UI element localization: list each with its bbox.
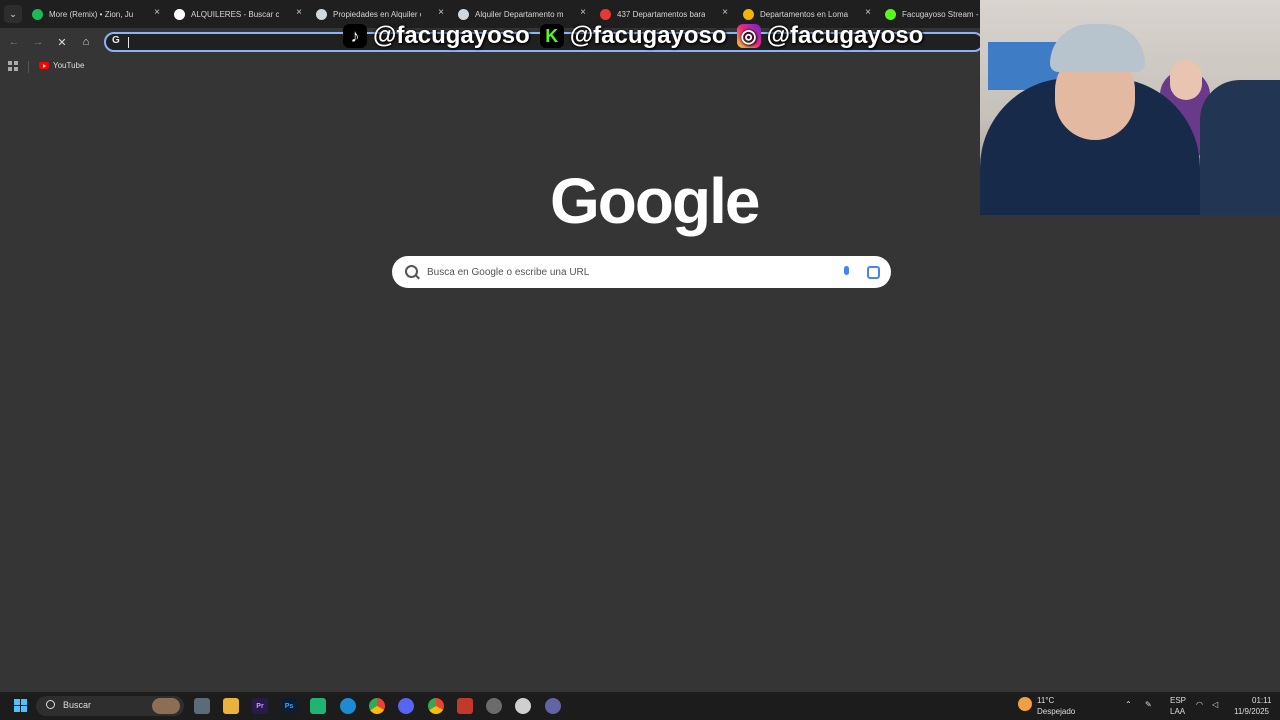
photoshop-icon[interactable]: Ps [281,698,297,714]
spotify-icon [32,8,43,20]
tiktok-icon: ♪ [343,24,367,48]
store-icon[interactable] [310,698,326,714]
language-top[interactable]: ESP [1170,696,1186,705]
folder-icon[interactable] [223,698,239,714]
tab-title: Departamentos en Lomas [760,9,848,19]
tab-title: ALQUILERES - Buscar con [191,9,279,19]
premiere-icon[interactable]: Pr [252,698,268,714]
instagram-handle: @facugayoso [766,22,924,49]
settings-icon[interactable] [486,698,502,714]
site-icon [743,8,754,20]
clock-date: 11/9/2025 [1234,707,1269,716]
tiktok-handle: @facugayoso [373,22,530,49]
taskbar-search-label: Buscar [63,700,92,710]
youtube-icon [39,62,49,69]
google-icon: G [112,35,120,46]
weather-desc: Despejado [1037,707,1076,716]
close-icon[interactable]: × [722,7,728,18]
chrome-icon[interactable] [369,698,385,714]
bookmark-label: YouTube [53,61,85,70]
text-cursor [128,37,129,48]
clock-time[interactable]: 01:11 [1252,696,1271,705]
notes-icon[interactable] [515,698,531,714]
chevron-up-icon[interactable]: ⌃ [1125,700,1132,709]
tab[interactable]: ALQUILERES - Buscar con × [174,4,302,24]
google-lens-icon[interactable] [867,266,880,279]
listing-icon [458,8,469,20]
teams-icon[interactable] [545,698,561,714]
listing-icon [316,8,327,20]
taskbar-search[interactable]: Buscar [36,696,184,716]
taskbar [0,692,1280,720]
bookmark-divider [28,61,29,73]
forward-icon[interactable]: → [30,34,46,50]
volume-icon[interactable]: ◁ [1212,700,1218,709]
wifi-icon[interactable]: ◠ [1196,700,1203,709]
stop-icon[interactable]: ✕ [54,34,70,50]
search-highlight-image [152,698,180,714]
file-explorer-icon[interactable] [194,698,210,714]
webcam-overlay [980,0,1280,215]
microphone-icon[interactable] [844,266,849,275]
tab-title: Alquiler Departamento m [475,9,563,19]
weather-temp[interactable]: 11°C [1037,696,1054,705]
app-icon[interactable] [457,698,473,714]
tab-title: 437 Departamentos barat [617,9,705,19]
stream-overlay-handles: ♪ @facugayoso K @facugayoso ◎ @facugayos… [343,20,923,52]
google-logo: Google [550,165,760,237]
kick-icon [885,8,896,20]
search-placeholder: Busca en Google o escribe una URL [427,267,590,278]
google-icon [174,8,185,20]
edge-icon[interactable] [340,698,356,714]
language-bottom: LAA [1170,707,1186,716]
close-icon[interactable]: × [438,7,444,18]
close-icon[interactable]: × [154,7,160,18]
close-icon[interactable]: × [580,7,586,18]
close-icon[interactable]: × [865,7,871,18]
discord-icon[interactable] [398,698,414,714]
windows-start-icon[interactable] [14,699,28,713]
kick-icon: K [539,24,564,48]
chrome-active-icon[interactable] [428,698,444,714]
search-icon [405,265,418,278]
pen-icon[interactable]: ✎ [1145,700,1152,709]
home-icon[interactable]: ⌂ [78,34,94,50]
tab-title: Propiedades en Alquiler en [333,9,421,19]
tab[interactable]: More (Remix) • Zion, Ju × [32,4,160,24]
bookmark-youtube[interactable]: YouTube [39,61,84,70]
pin-icon [600,8,611,20]
tab-title: More (Remix) • Zion, Ju [49,9,134,19]
close-icon[interactable]: × [296,7,302,18]
tab-search-button[interactable]: ⌄ [4,5,22,23]
instagram-icon: ◎ [736,24,761,48]
apps-grid-icon[interactable] [8,61,19,72]
search-icon [46,700,55,709]
person-image [1200,80,1280,215]
kick-handle: @facugayoso [569,22,727,49]
back-icon[interactable]: ← [6,34,22,50]
weather-icon [1018,697,1032,711]
tab-title: Facugayoso Stream - [902,9,979,19]
search-box[interactable]: Busca en Google o escribe una URL [392,256,891,288]
